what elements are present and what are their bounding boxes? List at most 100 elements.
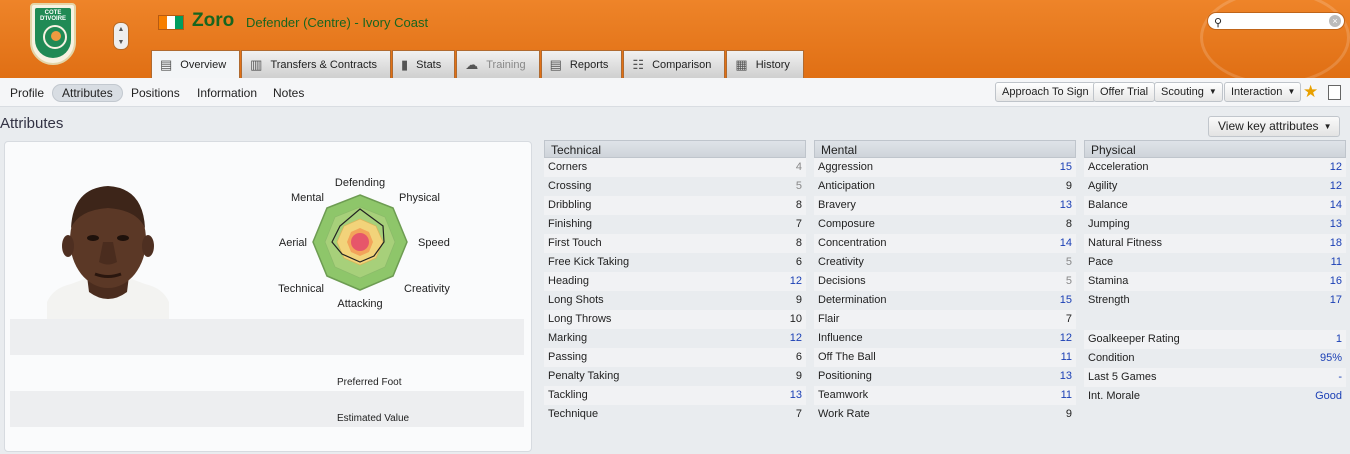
training-icon: ☁ [465, 56, 479, 72]
attribute-row: Goalkeeper Rating 1 [1084, 330, 1346, 349]
attribute-value: 9 [1065, 180, 1072, 192]
approach-to-sign-button[interactable]: Approach To Sign [995, 82, 1096, 102]
comparison-icon: ☷ [632, 56, 645, 72]
attribute-value: 6 [795, 256, 802, 268]
attribute-row: Agility 12 [1084, 177, 1346, 196]
player-overview-panel: Defending Physical Speed Creativity Atta… [4, 141, 532, 452]
subnav-positions[interactable]: Positions [122, 84, 189, 102]
attribute-row: Determination 15 [814, 291, 1076, 310]
attribute-name: Stamina [1088, 275, 1129, 287]
tab-overview[interactable]: ▤ Overview [151, 50, 241, 78]
tab-stats[interactable]: ▮ Stats [392, 50, 456, 78]
subnav-profile[interactable]: Profile [1, 84, 53, 102]
attribute-row: Composure 8 [814, 215, 1076, 234]
attribute-row: First Touch 8 [544, 234, 806, 253]
search-icon: ⚲ [1214, 17, 1223, 29]
view-key-attributes-button[interactable]: View key attributes ▼ [1208, 116, 1340, 137]
attribute-row: Acceleration 12 [1084, 158, 1346, 177]
attribute-row: Pace 11 [1084, 253, 1346, 272]
attribute-row: Creativity 5 [814, 253, 1076, 272]
attribute-value: 8 [795, 199, 802, 211]
attribute-value: - [1338, 371, 1342, 383]
subnav-attributes[interactable]: Attributes [52, 84, 123, 102]
attribute-row: Corners 4 [544, 158, 806, 177]
attribute-row: Long Shots 9 [544, 291, 806, 310]
attribute-name: Off The Ball [818, 351, 876, 363]
attribute-value: 11 [1060, 389, 1072, 401]
technical-attributes-table: Technical Corners 4 Crossing 5 Dribbling 8 Fin… [544, 140, 806, 424]
subnav-information[interactable]: Information [188, 84, 266, 102]
report-icon: ▤ [549, 56, 562, 72]
subnav-notes[interactable]: Notes [264, 84, 313, 102]
chevron-down-icon: ▼ [1208, 87, 1217, 96]
tab-training[interactable]: ☁ Training [456, 50, 540, 78]
attribute-name: Corners [548, 161, 588, 173]
attribute-value: 13 [1059, 370, 1072, 382]
attribute-value: 4 [795, 161, 802, 173]
add-note-icon[interactable] [1328, 85, 1341, 100]
offer-trial-button[interactable]: Offer Trial [1093, 82, 1156, 102]
stepper-up-icon[interactable]: ▲ [114, 23, 128, 36]
attribute-name: Decisions [818, 275, 866, 287]
stepper-down-icon[interactable]: ▼ [114, 36, 128, 49]
interaction-button[interactable]: Interaction ▼ [1224, 82, 1302, 102]
document-icon: ▥ [250, 56, 263, 72]
radar-label-creativity: Creativity [404, 283, 450, 295]
attribute-row: Bravery 13 [814, 196, 1076, 215]
search-input[interactable]: ⚲ × [1207, 12, 1345, 30]
physical-header: Physical [1084, 140, 1346, 158]
attribute-value: 18 [1329, 237, 1342, 249]
attribute-row: Positioning 13 [814, 367, 1076, 386]
attribute-value: 9 [1065, 408, 1072, 420]
player-stepper[interactable]: ▲ ▼ [113, 22, 129, 50]
attribute-value: 14 [1059, 237, 1072, 249]
attribute-row: Flair 7 [814, 310, 1076, 329]
attribute-name: Penalty Taking [548, 370, 620, 382]
tab-reports[interactable]: ▤ Reports [540, 50, 623, 78]
tab-transfers-contracts[interactable]: ▥ Transfers & Contracts [241, 50, 392, 78]
attribute-name: Condition [1088, 352, 1135, 364]
attribute-row: Marking 12 [544, 329, 806, 348]
attribute-name: Aggression [818, 161, 874, 173]
attribute-value: 11 [1330, 256, 1342, 268]
radar-label-physical: Physical [399, 192, 440, 204]
attribute-name: Dribbling [548, 199, 592, 211]
attribute-row: Tackling 13 [544, 386, 806, 405]
attribute-value: 9 [795, 294, 802, 306]
attribute-value: 5 [1065, 275, 1072, 287]
attribute-value: 13 [1329, 218, 1342, 230]
attribute-name: Crossing [548, 180, 592, 192]
radar-label-aerial: Aerial [279, 237, 307, 249]
attribute-value: 12 [1059, 332, 1072, 344]
attribute-name: Last 5 Games [1088, 371, 1157, 383]
clear-search-icon[interactable]: × [1329, 15, 1341, 27]
attribute-value: 7 [1065, 313, 1072, 325]
tab-history[interactable]: ▦ History [726, 50, 804, 78]
attribute-row: Dribbling 8 [544, 196, 806, 215]
bar-chart-icon: ▮ [401, 56, 409, 72]
attribute-value: 12 [1329, 161, 1342, 173]
tab-comparison[interactable]: ☷ Comparison [623, 50, 726, 78]
shortlist-star-icon[interactable]: ★ [1303, 82, 1318, 102]
tab-bar: ▤ Overview ▥ Transfers & Contracts ▮ Stats … [151, 50, 805, 78]
attribute-value: 13 [789, 389, 802, 401]
attribute-row: Influence 12 [814, 329, 1076, 348]
attribute-row: Finishing 7 [544, 215, 806, 234]
mental-header: Mental [814, 140, 1076, 158]
attribute-value: 9 [795, 370, 802, 382]
radar-label-technical: Technical [278, 283, 324, 295]
attribute-name: Determination [818, 294, 887, 306]
attribute-row: Stamina 16 [1084, 272, 1346, 291]
attribute-name: Long Throws [548, 313, 612, 325]
chevron-down-icon: ▼ [1323, 122, 1332, 131]
attribute-name: Balance [1088, 199, 1128, 211]
profile-icon: ▤ [160, 56, 173, 72]
radar-label-attacking: Attacking [337, 298, 382, 310]
attribute-row: Heading 12 [544, 272, 806, 291]
attribute-row: Passing 6 [544, 348, 806, 367]
attribute-name: Tackling [548, 389, 588, 401]
radar-label-mental: Mental [291, 192, 324, 204]
attribute-value: 7 [795, 408, 802, 420]
scouting-button[interactable]: Scouting ▼ [1154, 82, 1223, 102]
attribute-name: Goalkeeper Rating [1088, 333, 1180, 345]
